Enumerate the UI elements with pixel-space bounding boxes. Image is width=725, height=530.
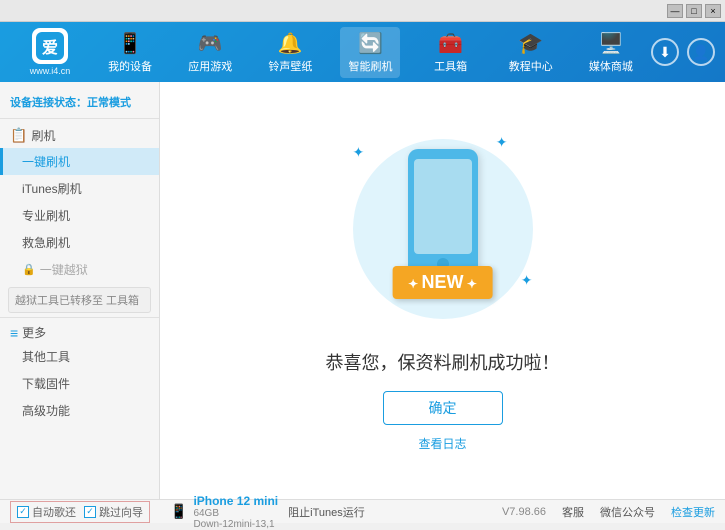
sidebar-item-jailbreak: 🔒 一键越狱 <box>0 256 159 283</box>
logo-icon: 爱 <box>32 28 68 64</box>
apps-icon: 🎮 <box>198 31 223 56</box>
sidebar-item-save-flash[interactable]: 救急刷机 <box>0 229 159 256</box>
nav-tutorials[interactable]: 🎓 教程中心 <box>501 27 561 78</box>
device-icon: 📱 <box>170 503 187 520</box>
status-value: 正常模式 <box>87 97 131 109</box>
nav-apps-label: 应用游戏 <box>188 58 232 74</box>
nav-ringtones-label: 铃声壁纸 <box>268 58 312 74</box>
tutorials-icon: 🎓 <box>518 31 543 56</box>
smart-flash-icon: 🔄 <box>358 31 383 56</box>
skip-wizard-label: 跳过向导 <box>99 504 143 520</box>
nav-smart-flash[interactable]: 🔄 智能刷机 <box>340 27 400 78</box>
version-label: V7.98.66 <box>502 506 546 518</box>
my-device-icon: 📱 <box>118 31 143 56</box>
footer-right: V7.98.66 客服 微信公众号 检查更新 <box>502 504 715 520</box>
skip-wizard-checkbox[interactable]: ✓ 跳过向导 <box>84 504 143 520</box>
device-storage: 64GB <box>193 508 278 519</box>
footer: ✓ 自动歌还 ✓ 跳过向导 📱 iPhone 12 mini 64GB Down… <box>0 499 725 523</box>
sidebar-item-advanced[interactable]: 高级功能 <box>0 397 159 424</box>
nav-tutorials-label: 教程中心 <box>509 58 553 74</box>
nav-my-device-label: 我的设备 <box>108 58 152 74</box>
wechat-link[interactable]: 微信公众号 <box>600 504 655 520</box>
nav-smart-flash-label: 智能刷机 <box>348 58 392 74</box>
main-content: 设备连接状态：正常模式 📋 刷机 一键刷机 iTunes刷机 专业刷机 救急刷机… <box>0 82 725 499</box>
status-label: 设备连接状态： <box>10 97 87 109</box>
logo-url: www.i4.cn <box>30 66 71 76</box>
confirm-button[interactable]: 确定 <box>383 391 503 425</box>
logo-inner: 爱 <box>36 32 64 60</box>
auto-restore-checkbox[interactable]: ✓ 自动歌还 <box>17 504 76 520</box>
minimize-button[interactable]: — <box>667 4 683 18</box>
skip-wizard-check-box: ✓ <box>84 506 96 518</box>
phone-illustration: ✦ ✦ ✦ NEW <box>343 129 543 329</box>
flash-section-icon: 📋 <box>10 127 27 144</box>
auto-restore-check-box: ✓ <box>17 506 29 518</box>
user-button[interactable]: 👤 <box>687 38 715 66</box>
jailbreak-label: 一键越狱 <box>40 261 88 278</box>
sparkle-1: ✦ <box>353 144 365 161</box>
header-actions: ⬇ 👤 <box>651 38 715 66</box>
sparkle-3: ✦ <box>521 272 533 289</box>
sparkle-2: ✦ <box>496 134 508 151</box>
download-button[interactable]: ⬇ <box>651 38 679 66</box>
toolbox-icon: 🧰 <box>438 31 463 56</box>
update-link[interactable]: 检查更新 <box>671 504 715 520</box>
view-log-link[interactable]: 查看日志 <box>418 435 466 452</box>
jailbreak-notice: 越狱工具已转移至 工具箱 <box>8 287 151 313</box>
ringtones-icon: 🔔 <box>278 31 303 56</box>
footer-left: ✓ 自动歌还 ✓ 跳过向导 📱 iPhone 12 mini 64GB Down… <box>10 494 502 530</box>
stop-itunes[interactable]: 阻止iTunes运行 <box>288 504 365 520</box>
new-badge: NEW <box>392 266 493 299</box>
sidebar-item-itunes-flash[interactable]: iTunes刷机 <box>0 175 159 202</box>
title-bar: — □ × <box>0 0 725 22</box>
more-section-label: 更多 <box>22 324 46 341</box>
maximize-button[interactable]: □ <box>686 4 702 18</box>
nav-ringtones[interactable]: 🔔 铃声壁纸 <box>260 27 320 78</box>
nav-media-store[interactable]: 🖥️ 媒体商城 <box>581 27 641 78</box>
service-link[interactable]: 客服 <box>562 504 584 520</box>
nav-apps-games[interactable]: 🎮 应用游戏 <box>180 27 240 78</box>
window-controls: — □ × <box>667 4 721 18</box>
stop-itunes-label: 阻止iTunes运行 <box>288 504 365 520</box>
sidebar-item-one-click-flash[interactable]: 一键刷机 <box>0 148 159 175</box>
phone-body <box>408 149 478 279</box>
sidebar-section-flash[interactable]: 📋 刷机 <box>0 123 159 148</box>
more-section-icon: ≡ <box>10 325 18 341</box>
logo[interactable]: 爱 www.i4.cn <box>10 28 90 76</box>
device-info: 📱 iPhone 12 mini 64GB Down-12mini-13,1 <box>170 494 278 530</box>
sidebar-item-other-tools[interactable]: 其他工具 <box>0 343 159 370</box>
media-icon: 🖥️ <box>598 31 623 56</box>
device-version: Down-12mini-13,1 <box>193 519 278 530</box>
header: 爱 www.i4.cn 📱 我的设备 🎮 应用游戏 🔔 铃声壁纸 🔄 智能刷机 … <box>0 22 725 82</box>
device-name: iPhone 12 mini <box>193 494 278 508</box>
flash-section-label: 刷机 <box>31 127 55 144</box>
sidebar-item-pro-flash[interactable]: 专业刷机 <box>0 202 159 229</box>
device-details: iPhone 12 mini 64GB Down-12mini-13,1 <box>193 494 278 530</box>
nav-toolbox[interactable]: 🧰 工具箱 <box>421 27 481 78</box>
lock-icon: 🔒 <box>22 263 36 276</box>
sidebar: 设备连接状态：正常模式 📋 刷机 一键刷机 iTunes刷机 专业刷机 救急刷机… <box>0 82 160 499</box>
sidebar-section-more[interactable]: ≡ 更多 <box>0 317 159 343</box>
content-area: ✦ ✦ ✦ NEW 恭喜您，保资料刷机成功啦！ 确定 查看日志 <box>160 82 725 499</box>
success-message: 恭喜您，保资料刷机成功啦！ <box>326 349 560 375</box>
phone-screen <box>414 159 472 254</box>
connection-status: 设备连接状态：正常模式 <box>0 90 159 119</box>
auto-restore-label: 自动歌还 <box>32 504 76 520</box>
nav-my-device[interactable]: 📱 我的设备 <box>100 27 160 78</box>
nav-toolbox-label: 工具箱 <box>434 58 467 74</box>
nav-media-label: 媒体商城 <box>589 58 633 74</box>
nav-bar: 📱 我的设备 🎮 应用游戏 🔔 铃声壁纸 🔄 智能刷机 🧰 工具箱 🎓 教程中心… <box>90 27 651 78</box>
close-button[interactable]: × <box>705 4 721 18</box>
sidebar-item-download-firmware[interactable]: 下载固件 <box>0 370 159 397</box>
